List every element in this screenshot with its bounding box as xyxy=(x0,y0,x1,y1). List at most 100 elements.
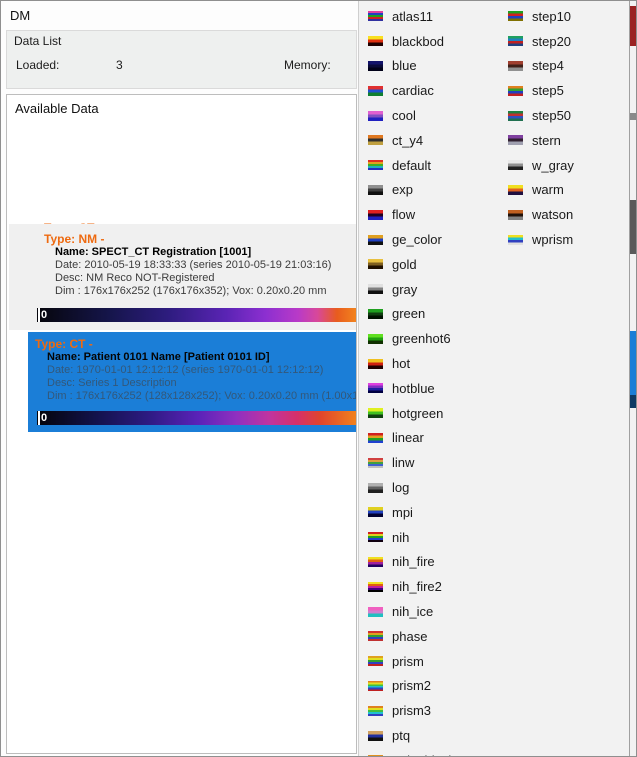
colormap-menu-item[interactable]: linw xyxy=(365,450,501,475)
colormap-swatch-icon xyxy=(508,135,523,145)
colormap-swatch-icon xyxy=(368,532,383,542)
colormap-menu-item[interactable]: nih xyxy=(365,525,501,550)
colormap-name: green xyxy=(392,306,425,321)
colormap-swatch-icon xyxy=(368,681,383,691)
colormap-menu-item[interactable]: warm xyxy=(505,178,627,203)
colormap-menu-item[interactable]: prism3 xyxy=(365,698,501,723)
colormap-menu-item[interactable]: stern xyxy=(505,128,627,153)
colormap-swatch-icon xyxy=(368,433,383,443)
colormap-menu-item[interactable]: log xyxy=(365,475,501,500)
entry-type: Type: CT - xyxy=(35,337,93,351)
data-list-label: Data List xyxy=(14,34,61,48)
colormap-menu-item[interactable]: watson xyxy=(505,202,627,227)
colormap-name: ct_y4 xyxy=(392,133,423,148)
colormap-menu-item[interactable]: step50 xyxy=(505,103,627,128)
entry-type: Type: NM - xyxy=(44,232,104,246)
colorbar-cursor xyxy=(38,308,40,322)
colormap-swatch-icon xyxy=(368,557,383,567)
colormap-menu-item[interactable]: phase xyxy=(365,624,501,649)
colormap-name: step10 xyxy=(532,9,571,24)
colormap-menu-item[interactable]: ratio2black xyxy=(365,748,501,757)
colormap-swatch-icon xyxy=(368,61,383,71)
colormap-menu-item[interactable]: exp xyxy=(365,178,501,203)
colormap-name: mpi xyxy=(392,505,413,520)
colormap-name: ratio2black xyxy=(392,753,455,757)
colormap-name: hotblue xyxy=(392,381,435,396)
colormap-menu-item[interactable]: flow xyxy=(365,202,501,227)
colormap-menu-item[interactable]: ge_color xyxy=(365,227,501,252)
colormap-name: gray xyxy=(392,282,417,297)
colormap-name: log xyxy=(392,480,409,495)
colormap-swatch-icon xyxy=(368,160,383,170)
loaded-count: 3 xyxy=(116,58,123,72)
colormap-menu-item[interactable]: step20 xyxy=(505,29,627,54)
edge-fragment-colorbar xyxy=(630,395,637,408)
colormap-menu-item[interactable]: default xyxy=(365,153,501,178)
colormap-menu-item[interactable]: nih_fire2 xyxy=(365,574,501,599)
colormap-menu-item[interactable]: hot xyxy=(365,351,501,376)
colormap-menu-item[interactable]: prism xyxy=(365,649,501,674)
colormap-menu-item[interactable]: hotgreen xyxy=(365,401,501,426)
colormap-swatch-icon xyxy=(368,259,383,269)
data-list-groupbox: Data List Loaded: 3 Memory: xyxy=(6,30,357,89)
colormap-menu-item[interactable]: ct_y4 xyxy=(365,128,501,153)
colormap-name: ptq xyxy=(392,728,410,743)
colormap-swatch-icon xyxy=(368,235,383,245)
colormap-name: flow xyxy=(392,207,415,222)
colormap-menu-item[interactable]: w_gray xyxy=(505,153,627,178)
colormap-menu-item[interactable]: nih_fire xyxy=(365,550,501,575)
colormap-name: cool xyxy=(392,108,416,123)
colormap-name: prism xyxy=(392,654,424,669)
colormap-menu-item[interactable]: hotblue xyxy=(365,376,501,401)
colormap-name: step20 xyxy=(532,34,571,49)
colormap-name: step50 xyxy=(532,108,571,123)
colormap-name: linear xyxy=(392,430,424,445)
colormap-menu-item[interactable]: linear xyxy=(365,426,501,451)
colormap-menu-item[interactable]: blackbod xyxy=(365,29,501,54)
colormap-swatch-icon xyxy=(368,86,383,96)
colormap-menu-item[interactable]: step4 xyxy=(505,54,627,79)
colormap-menu-item[interactable]: ptq xyxy=(365,723,501,748)
colormap-swatch-icon xyxy=(368,507,383,517)
colormap-menu-item[interactable]: step10 xyxy=(505,4,627,29)
colormap-swatch-icon xyxy=(368,334,383,344)
colormap-menu-column-1: atlas11 blackbod blue cardiac xyxy=(365,4,501,757)
edge-fragment-tick xyxy=(630,113,637,120)
colormap-name: linw xyxy=(392,455,414,470)
data-entry-nm[interactable]: Type: NM - Name: SPECT_CT Registration [… xyxy=(9,224,357,330)
entry-date: Date: 2010-05-19 18:33:33 (series 2010-0… xyxy=(55,259,331,271)
colormap-swatch-icon xyxy=(368,284,383,294)
colormap-swatch-icon xyxy=(368,135,383,145)
colormap-swatch-icon xyxy=(508,185,523,195)
colormap-name: nih_fire xyxy=(392,554,435,569)
colormap-swatch-icon xyxy=(508,86,523,96)
colormap-name: blackbod xyxy=(392,34,444,49)
colormap-menu-item[interactable]: blue xyxy=(365,54,501,79)
colormap-menu-item[interactable]: nih_ice xyxy=(365,599,501,624)
colormap-name: blue xyxy=(392,58,417,73)
colormap-name: watson xyxy=(532,207,573,222)
colormap-menu-item[interactable]: green xyxy=(365,302,501,327)
colormap-name: w_gray xyxy=(532,158,574,173)
colormap-swatch-icon xyxy=(368,458,383,468)
memory-label: Memory: xyxy=(284,58,331,72)
edge-fragment-selection xyxy=(630,331,637,395)
colormap-menu-item[interactable]: gray xyxy=(365,277,501,302)
colormap-name: greenhot6 xyxy=(392,331,451,346)
colormap-menu-item[interactable]: greenhot6 xyxy=(365,326,501,351)
colormap-swatch-icon xyxy=(508,36,523,46)
colormap-swatch-icon xyxy=(368,383,383,393)
edge-fragment-red xyxy=(630,6,637,46)
colormap-menu-item[interactable]: atlas11 xyxy=(365,4,501,29)
colormap-menu-item[interactable]: step5 xyxy=(505,78,627,103)
colormap-menu-item[interactable]: wprism xyxy=(505,227,627,252)
colormap-menu-item[interactable]: cardiac xyxy=(365,78,501,103)
colormap-name: nih xyxy=(392,530,409,545)
colormap-name: gold xyxy=(392,257,417,272)
colormap-menu-item[interactable]: gold xyxy=(365,252,501,277)
entry-desc: Desc: Series 1 Description xyxy=(47,377,177,389)
colormap-menu-item[interactable]: prism2 xyxy=(365,674,501,699)
data-entry-ct-selected[interactable]: Type: CT - Name: Patient 0101 Name [Pati… xyxy=(28,332,357,432)
colormap-menu-item[interactable]: cool xyxy=(365,103,501,128)
colormap-menu-item[interactable]: mpi xyxy=(365,500,501,525)
